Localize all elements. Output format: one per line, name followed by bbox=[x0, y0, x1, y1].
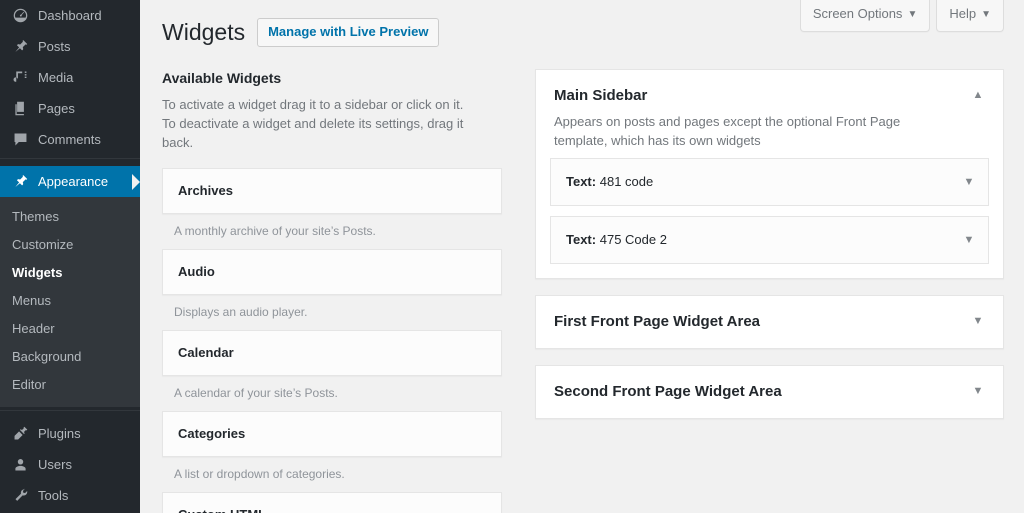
admin-sidebar-menu: Dashboard Posts Media Pages Comments App… bbox=[0, 0, 140, 513]
sidebar-item-users[interactable]: Users bbox=[0, 449, 140, 480]
panel-title: Main Sidebar bbox=[554, 87, 648, 104]
sidebar-panel-first-front-page-widget-area: First Front Page Widget Area ▼ bbox=[535, 295, 1004, 349]
widget-instance-title: 475 Code 2 bbox=[599, 232, 667, 247]
chevron-up-icon[interactable]: ▲ bbox=[967, 84, 989, 106]
screen-options-button[interactable]: Screen Options ▼ bbox=[799, 0, 931, 32]
sidebar-item-label: Users bbox=[38, 457, 72, 472]
sidebar-item-dashboard[interactable]: Dashboard bbox=[0, 0, 140, 31]
widget-instance-title: 481 code bbox=[599, 174, 654, 189]
sidebar-item-label: Plugins bbox=[38, 426, 81, 441]
panel-title: First Front Page Widget Area bbox=[554, 313, 761, 330]
appearance-submenu: Themes Customize Widgets Menus Header Ba… bbox=[0, 197, 140, 407]
pages-icon bbox=[9, 99, 31, 119]
sidebar-item-label: Dashboard bbox=[38, 8, 102, 23]
available-widgets-column: Available Widgets To activate a widget d… bbox=[162, 69, 502, 513]
available-widgets-title: Available Widgets bbox=[162, 70, 282, 86]
sidebar-panel-second-front-page-widget-area: Second Front Page Widget Area ▼ bbox=[535, 365, 1004, 419]
submenu-item-customize[interactable]: Customize bbox=[0, 231, 140, 259]
manage-with-live-preview-button[interactable]: Manage with Live Preview bbox=[257, 18, 440, 47]
sidebar-item-plugins[interactable]: Plugins bbox=[0, 418, 140, 449]
sidebar-widget-label: Text: 481 code bbox=[566, 174, 653, 189]
chevron-down-icon[interactable]: ▼ bbox=[967, 380, 989, 402]
help-label: Help bbox=[949, 6, 977, 21]
widget-item: Categories A list or dropdown of categor… bbox=[162, 411, 502, 492]
widget-title: Audio bbox=[178, 264, 215, 279]
widget-type-label: Text: bbox=[566, 232, 597, 247]
sidebar-item-appearance[interactable]: Appearance bbox=[0, 166, 140, 197]
menu-separator bbox=[0, 158, 140, 166]
widget-description: A monthly archive of your site’s Posts. bbox=[174, 224, 376, 238]
widget-title: Archives bbox=[178, 183, 233, 198]
sidebar-item-label: Comments bbox=[38, 132, 101, 147]
widget-description: A calendar of your site’s Posts. bbox=[174, 386, 338, 400]
widget-description: Displays an audio player. bbox=[174, 305, 308, 319]
sidebar-item-label: Tools bbox=[38, 488, 69, 503]
sidebar-item-label: Appearance bbox=[38, 174, 109, 189]
submenu-item-themes[interactable]: Themes bbox=[0, 203, 140, 231]
menu-separator bbox=[0, 410, 140, 418]
dashboard-icon bbox=[9, 6, 31, 26]
sidebars-column: Main Sidebar Appears on posts and pages … bbox=[502, 69, 1004, 513]
chevron-down-icon: ▼ bbox=[981, 9, 991, 20]
panel-description: Appears on posts and pages except the op… bbox=[554, 114, 901, 148]
panel-header[interactable]: Second Front Page Widget Area ▼ bbox=[536, 366, 1003, 418]
chevron-down-icon[interactable]: ▼ bbox=[962, 233, 976, 247]
sidebar-item-pages[interactable]: Pages bbox=[0, 93, 140, 124]
widget-archives[interactable]: Archives bbox=[162, 168, 502, 214]
widget-categories[interactable]: Categories bbox=[162, 411, 502, 457]
sidebar-widget-text-475-code-2[interactable]: Text: 475 Code 2 ▼ bbox=[550, 216, 989, 264]
chevron-down-icon: ▼ bbox=[907, 9, 918, 20]
sidebar-widget-label: Text: 475 Code 2 bbox=[566, 232, 667, 247]
chevron-down-icon[interactable]: ▼ bbox=[967, 310, 989, 332]
widget-title: Custom HTML bbox=[178, 507, 266, 513]
pin-icon bbox=[9, 37, 31, 57]
sidebar-item-tools[interactable]: Tools bbox=[0, 480, 140, 511]
tools-wrench-icon bbox=[9, 486, 31, 506]
widgets-wrap: Widgets Manage with Live Preview Availab… bbox=[140, 0, 1024, 513]
appearance-brush-icon bbox=[9, 172, 31, 192]
sidebar-item-label: Posts bbox=[38, 39, 71, 54]
comments-icon bbox=[9, 130, 31, 150]
submenu-item-menus[interactable]: Menus bbox=[0, 287, 140, 315]
submenu-item-background[interactable]: Background bbox=[0, 343, 140, 371]
submenu-item-editor[interactable]: Editor bbox=[0, 371, 140, 399]
widget-description: A list or dropdown of categories. bbox=[174, 467, 345, 481]
panel-widget-list: Text: 481 code ▼ Text: 475 Code 2 ▼ bbox=[536, 158, 1003, 278]
widget-item: Calendar A calendar of your site’s Posts… bbox=[162, 330, 502, 411]
submenu-item-widgets[interactable]: Widgets bbox=[0, 259, 140, 287]
media-icon bbox=[9, 68, 31, 88]
widget-calendar[interactable]: Calendar bbox=[162, 330, 502, 376]
sidebar-item-comments[interactable]: Comments bbox=[0, 124, 140, 155]
sidebar-item-label: Pages bbox=[38, 101, 75, 116]
screen-meta-links: Screen Options ▼ Help ▼ bbox=[799, 0, 1004, 32]
available-widgets-list: Archives A monthly archive of your site’… bbox=[162, 168, 502, 513]
submenu-item-header[interactable]: Header bbox=[0, 315, 140, 343]
widget-item: Custom HTML Arbitrary HTML code. bbox=[162, 492, 502, 513]
sidebar-item-media[interactable]: Media bbox=[0, 62, 140, 93]
panel-header[interactable]: Main Sidebar Appears on posts and pages … bbox=[536, 70, 1003, 158]
panel-header[interactable]: First Front Page Widget Area ▼ bbox=[536, 296, 1003, 348]
widget-audio[interactable]: Audio bbox=[162, 249, 502, 295]
panel-title: Second Front Page Widget Area bbox=[554, 383, 782, 400]
widget-item: Archives A monthly archive of your site’… bbox=[162, 168, 502, 249]
sidebar-panel-main-sidebar: Main Sidebar Appears on posts and pages … bbox=[535, 69, 1004, 279]
widget-title: Calendar bbox=[178, 345, 234, 360]
chevron-down-icon[interactable]: ▼ bbox=[962, 175, 976, 189]
widgets-columns: Available Widgets To activate a widget d… bbox=[162, 69, 1004, 513]
wp-admin-screen: Dashboard Posts Media Pages Comments App… bbox=[0, 0, 1024, 513]
widget-title: Categories bbox=[178, 426, 246, 441]
screen-options-label: Screen Options bbox=[812, 6, 903, 21]
widget-custom-html[interactable]: Custom HTML bbox=[162, 492, 502, 513]
help-button[interactable]: Help ▼ bbox=[936, 0, 1004, 32]
sidebar-item-label: Media bbox=[38, 70, 74, 85]
sidebar-widget-text-481-code[interactable]: Text: 481 code ▼ bbox=[550, 158, 989, 206]
main-content-area: Screen Options ▼ Help ▼ Widgets Manage wit… bbox=[140, 0, 1024, 513]
users-icon bbox=[9, 455, 31, 475]
available-widgets-description: To activate a widget drag it to a sideba… bbox=[162, 97, 464, 150]
sidebar-item-posts[interactable]: Posts bbox=[0, 31, 140, 62]
widget-item: Audio Displays an audio player. bbox=[162, 249, 502, 330]
page-title: Widgets bbox=[162, 19, 246, 45]
plugins-icon bbox=[9, 424, 31, 444]
widget-type-label: Text: bbox=[566, 174, 597, 189]
